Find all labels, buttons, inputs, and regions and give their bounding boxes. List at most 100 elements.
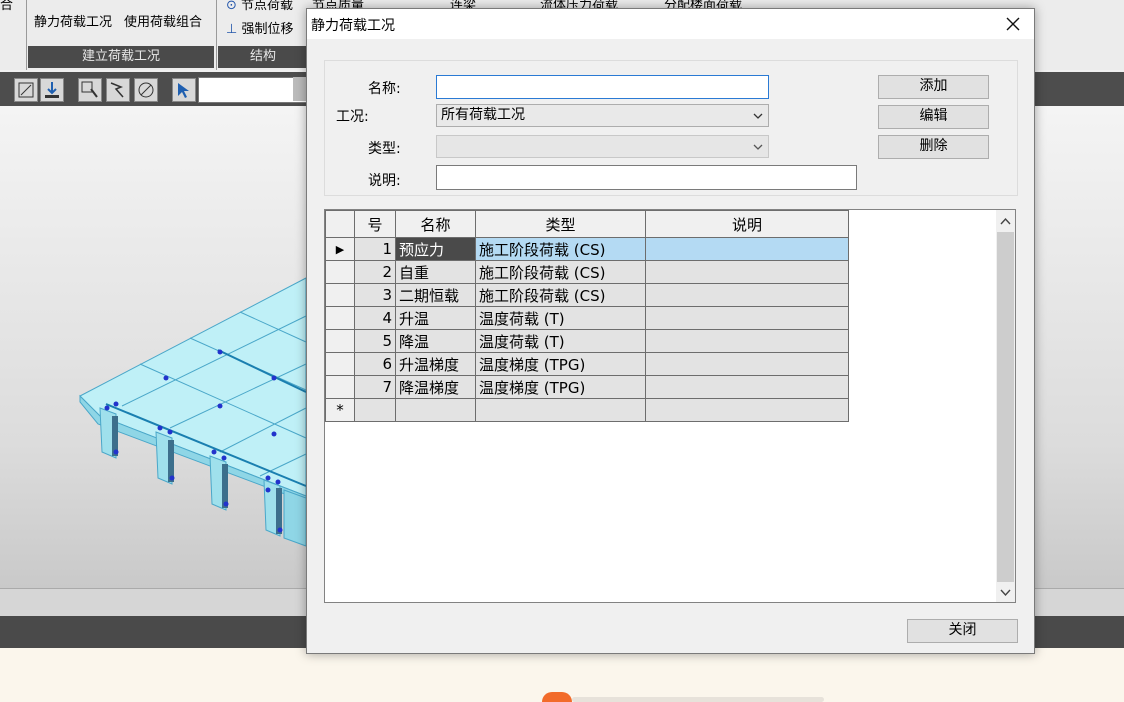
table-row[interactable]: 2 自重 施工阶段荷载 (CS) bbox=[325, 260, 849, 284]
table-header-row: 号 名称 类型 说明 bbox=[325, 210, 849, 238]
table-row[interactable]: 3 二期恒载 施工阶段荷载 (CS) bbox=[325, 283, 849, 307]
ribbon-partial-left[interactable]: 合 bbox=[0, 0, 13, 13]
row-header[interactable] bbox=[325, 260, 355, 284]
cell-desc[interactable] bbox=[645, 283, 849, 307]
desc-label: 说明: bbox=[368, 173, 401, 189]
row-header[interactable] bbox=[325, 306, 355, 330]
ribbon-separator bbox=[216, 0, 217, 70]
cell-name[interactable]: 二期恒载 bbox=[395, 283, 476, 307]
cell-desc[interactable] bbox=[645, 329, 849, 353]
cell-num[interactable]: 1 bbox=[354, 237, 396, 261]
cell-name[interactable]: 升温梯度 bbox=[395, 352, 476, 376]
cell-desc[interactable] bbox=[645, 237, 849, 261]
close-button[interactable]: 关闭 bbox=[907, 619, 1018, 643]
row-header[interactable] bbox=[325, 375, 355, 399]
table-row[interactable]: 6 升温梯度 温度梯度 (TPG) bbox=[325, 352, 849, 376]
select-arrow-icon[interactable] bbox=[106, 78, 130, 102]
col-header-name[interactable]: 名称 bbox=[395, 210, 476, 238]
scroll-thumb[interactable] bbox=[997, 232, 1014, 582]
static-load-cases-button[interactable]: 静力荷载工况 bbox=[34, 11, 112, 30]
new-row-marker[interactable]: * bbox=[325, 398, 355, 422]
zoom-icon[interactable] bbox=[14, 78, 38, 102]
cell-type[interactable]: 温度梯度 (TPG) bbox=[475, 375, 646, 399]
table-new-row[interactable]: * bbox=[325, 398, 849, 422]
scroll-down-icon[interactable] bbox=[996, 582, 1015, 602]
cell-num[interactable]: 6 bbox=[354, 352, 396, 376]
desc-input[interactable] bbox=[436, 165, 857, 190]
cell-desc[interactable] bbox=[645, 352, 849, 376]
cell-desc[interactable] bbox=[645, 398, 849, 422]
chevron-down-icon bbox=[753, 144, 763, 150]
cell-num[interactable]: 4 bbox=[354, 306, 396, 330]
select-down-icon[interactable] bbox=[78, 78, 102, 102]
cell-type[interactable]: 温度荷载 (T) bbox=[475, 329, 646, 353]
case-label: 工况: bbox=[336, 109, 369, 125]
col-header-num[interactable]: 号 bbox=[354, 210, 396, 238]
export-icon[interactable] bbox=[40, 78, 64, 102]
cell-num[interactable]: 2 bbox=[354, 260, 396, 284]
cell-name[interactable]: 自重 bbox=[395, 260, 476, 284]
use-load-combo-button[interactable]: 使用荷载组合 bbox=[124, 11, 202, 30]
case-select-value: 所有荷载工况 bbox=[441, 107, 525, 123]
type-select[interactable] bbox=[436, 135, 769, 158]
cell-name[interactable]: 降温 bbox=[395, 329, 476, 353]
toolbar-combo[interactable] bbox=[198, 77, 308, 103]
form-panel: 名称: 工况: 所有荷载工况 类型: 说明: 添加 编辑 删除 bbox=[324, 60, 1018, 196]
row-header[interactable] bbox=[325, 283, 355, 307]
cell-num[interactable]: 7 bbox=[354, 375, 396, 399]
table-row[interactable]: 4 升温 温度荷载 (T) bbox=[325, 306, 849, 330]
cell-type[interactable] bbox=[475, 398, 646, 422]
row-header[interactable] bbox=[325, 329, 355, 353]
dialog-title: 静力荷载工况 bbox=[311, 18, 395, 34]
static-load-cases-dialog: 静力荷载工况 名称: 工况: 所有荷载工况 类型: 说明: 添加 编辑 删除 号… bbox=[306, 8, 1035, 654]
forced-disp-button[interactable]: ⊥ 强制位移 bbox=[226, 18, 293, 37]
cell-num[interactable] bbox=[354, 398, 396, 422]
cell-desc[interactable] bbox=[645, 260, 849, 284]
cell-name[interactable]: 升温 bbox=[395, 306, 476, 330]
edit-button[interactable]: 编辑 bbox=[878, 105, 989, 129]
name-input[interactable] bbox=[436, 75, 769, 99]
table-row[interactable]: ▶ 1 预应力 施工阶段荷载 (CS) bbox=[325, 237, 849, 261]
cell-desc[interactable] bbox=[645, 306, 849, 330]
scroll-up-icon[interactable] bbox=[996, 212, 1015, 232]
cell-name[interactable]: 预应力 bbox=[395, 237, 476, 261]
cell-type[interactable]: 温度荷载 (T) bbox=[475, 306, 646, 330]
row-header[interactable] bbox=[325, 352, 355, 376]
close-icon[interactable] bbox=[1002, 13, 1024, 35]
col-header-type[interactable]: 类型 bbox=[475, 210, 646, 238]
col-header-desc[interactable]: 说明 bbox=[645, 210, 849, 238]
pick-cursor-icon[interactable] bbox=[172, 78, 196, 102]
cell-type[interactable]: 施工阶段荷载 (CS) bbox=[475, 237, 646, 261]
taskbar-bar bbox=[572, 697, 824, 702]
cell-num[interactable]: 5 bbox=[354, 329, 396, 353]
cell-type[interactable]: 温度梯度 (TPG) bbox=[475, 352, 646, 376]
nodal-load-label: 节点荷载 bbox=[241, 0, 294, 13]
cell-type[interactable]: 施工阶段荷载 (CS) bbox=[475, 283, 646, 307]
delete-button[interactable]: 删除 bbox=[878, 135, 989, 159]
nodal-load-button[interactable]: ⊙ 节点荷载 bbox=[226, 0, 293, 13]
nodal-load-icon: ⊙ bbox=[226, 0, 237, 13]
table-row[interactable]: 5 降温 温度荷载 (T) bbox=[325, 329, 849, 353]
load-case-table[interactable]: 号 名称 类型 说明 ▶ 1 预应力 施工阶段荷载 (CS) 2 自重 施工阶段… bbox=[324, 209, 1016, 603]
taskbar-accent bbox=[542, 692, 572, 702]
add-button[interactable]: 添加 bbox=[878, 75, 989, 99]
type-label: 类型: bbox=[368, 141, 401, 157]
chevron-down-icon[interactable] bbox=[293, 77, 307, 101]
vertical-scrollbar[interactable] bbox=[996, 210, 1015, 602]
case-select[interactable]: 所有荷载工况 bbox=[436, 104, 769, 127]
ribbon-group-label-load-cases: 建立荷载工况 bbox=[28, 46, 214, 68]
cell-type[interactable]: 施工阶段荷载 (CS) bbox=[475, 260, 646, 284]
deselect-icon[interactable] bbox=[134, 78, 158, 102]
forced-disp-icon: ⊥ bbox=[226, 22, 238, 37]
forced-disp-label: 强制位移 bbox=[241, 22, 294, 37]
dialog-title-bar[interactable]: 静力荷载工况 bbox=[307, 9, 1034, 39]
cell-name[interactable] bbox=[395, 398, 476, 422]
bridge-model-icon bbox=[79, 277, 307, 547]
cell-num[interactable]: 3 bbox=[354, 283, 396, 307]
cell-name[interactable]: 降温梯度 bbox=[395, 375, 476, 399]
current-row-marker[interactable]: ▶ bbox=[325, 237, 355, 261]
name-label: 名称: bbox=[368, 81, 401, 97]
cell-desc[interactable] bbox=[645, 375, 849, 399]
chevron-down-icon bbox=[753, 113, 763, 119]
table-row[interactable]: 7 降温梯度 温度梯度 (TPG) bbox=[325, 375, 849, 399]
